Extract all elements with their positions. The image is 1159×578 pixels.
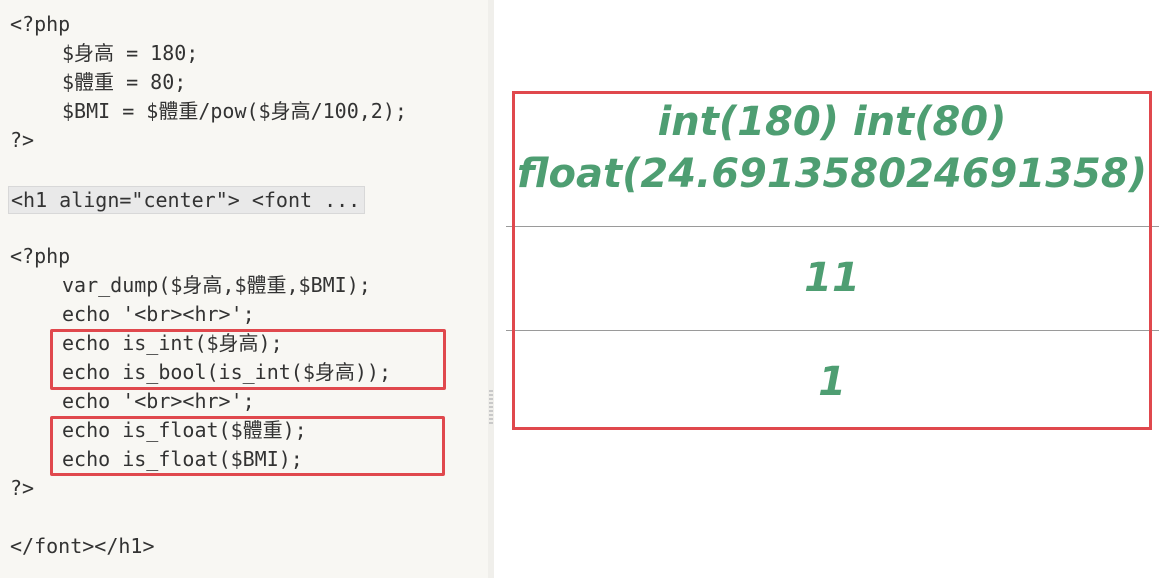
highlight-box-is-int [50, 329, 446, 390]
code-line: <?php [10, 12, 71, 36]
code-editor[interactable]: <?php $身高 = 180; $體重 = 80; $BMI = $體重/po… [0, 0, 488, 578]
collapsed-code-block[interactable]: <h1 align="center"> <font ... [8, 186, 366, 214]
code-line: var_dump($身高,$體重,$BMI); [62, 273, 371, 297]
highlight-box-is-float [50, 416, 445, 476]
code-line: </font></h1> [10, 534, 155, 558]
code-line: ?> [10, 476, 35, 500]
code-line: $身高 = 180; [62, 41, 199, 65]
code-line: ?> [10, 128, 35, 152]
screenshot-root: <?php $身高 = 180; $體重 = 80; $BMI = $體重/po… [0, 0, 1159, 578]
code-line: echo '<br><hr>'; [62, 302, 255, 326]
code-line: $體重 = 80; [62, 70, 187, 94]
code-line: echo '<br><hr>'; [62, 389, 255, 413]
highlight-box-output [512, 91, 1152, 430]
code-line: <?php [10, 244, 71, 268]
code-line: $BMI = $體重/pow($身高/100,2); [62, 99, 407, 123]
splitter-grip-icon[interactable] [489, 390, 493, 426]
